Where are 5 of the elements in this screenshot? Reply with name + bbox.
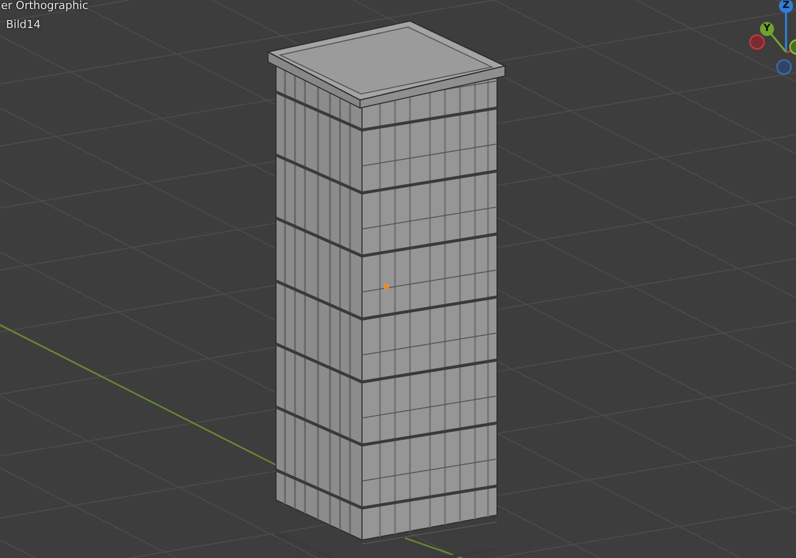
view-name: er Orthographic bbox=[0, 0, 88, 14]
axis-label[interactable]: Y bbox=[760, 22, 774, 36]
axis-label[interactable]: Z bbox=[779, 0, 793, 13]
3d-viewport[interactable]: er Orthographic Bild14 Z Y bbox=[0, 0, 796, 558]
object-name: Bild14 bbox=[5, 17, 42, 33]
